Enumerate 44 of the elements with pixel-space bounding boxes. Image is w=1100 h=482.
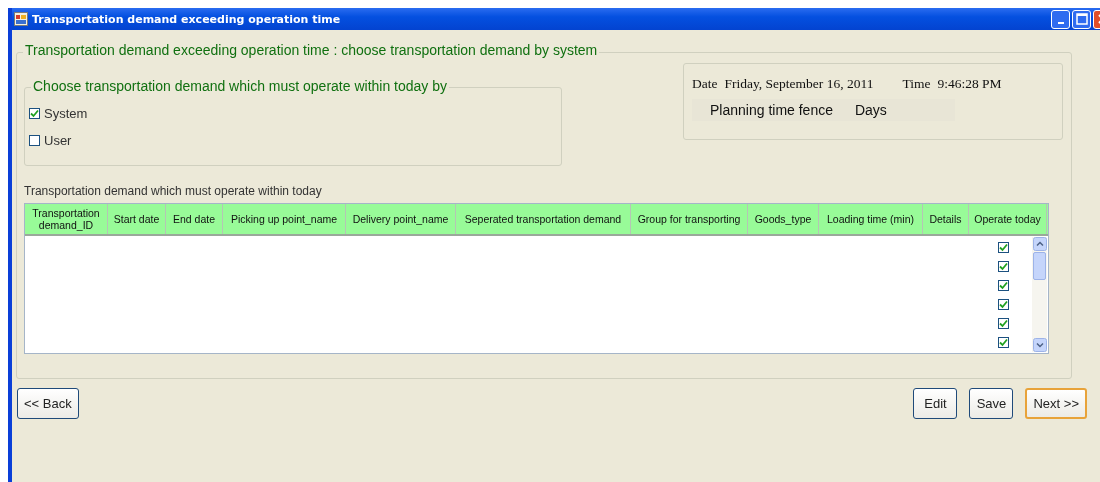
checkbox[interactable] xyxy=(29,108,40,119)
scroll-up-icon[interactable] xyxy=(1032,237,1047,251)
column-header[interactable]: Transportation demand_ID xyxy=(25,204,108,234)
dialog-button[interactable]: Next >> xyxy=(1025,388,1087,419)
maximize-button[interactable] xyxy=(1072,9,1091,29)
checkbox[interactable] xyxy=(29,135,40,146)
fence-label: Planning time fence xyxy=(710,102,833,118)
scroll-down-icon[interactable] xyxy=(1032,338,1047,352)
column-header[interactable]: Seperated transportation demand xyxy=(456,204,631,234)
minimize-button[interactable] xyxy=(1051,9,1070,29)
dialog-button[interactable]: Edit xyxy=(913,388,958,419)
option-checkbox[interactable]: User xyxy=(29,133,72,148)
time-label: Time xyxy=(902,76,931,92)
column-header[interactable]: Group for transporting xyxy=(631,204,748,234)
column-header[interactable]: Loading time (min) xyxy=(819,204,923,234)
scrollbar[interactable] xyxy=(1032,237,1047,352)
column-header[interactable]: Picking up point_name xyxy=(223,204,346,234)
date-value: Friday, September 16, 2011 xyxy=(724,76,874,92)
fence-unit: Days xyxy=(854,102,887,118)
operate-checkbox[interactable] xyxy=(997,318,1009,329)
column-header[interactable]: Delivery point_name xyxy=(346,204,456,234)
group-title: Transportation demand exceeding operation time : choose transportation demand by system xyxy=(23,42,600,58)
scroll-thumb[interactable] xyxy=(1033,252,1046,280)
operate-checkbox[interactable] xyxy=(997,242,1009,253)
operate-checkbox[interactable] xyxy=(997,299,1009,310)
app-icon xyxy=(14,12,28,26)
column-header[interactable]: End date xyxy=(166,204,223,234)
group-title: Choose transportation demand which must operate within today by xyxy=(31,78,449,94)
operate-checkbox[interactable] xyxy=(997,280,1009,291)
column-header[interactable]: Operate today xyxy=(969,204,1047,234)
dialog-button[interactable]: Save xyxy=(969,388,1014,419)
option-checkbox[interactable]: System xyxy=(29,106,88,121)
window-title: Transportation demand exceeding operation time xyxy=(32,12,342,26)
column-header[interactable]: Details xyxy=(923,204,969,234)
back-button[interactable]: << Back xyxy=(17,388,79,419)
operate-checkbox[interactable] xyxy=(997,337,1009,348)
time-value: 9:46:28 PM xyxy=(937,76,1002,92)
date-label: Date xyxy=(692,76,718,92)
operate-checkbox[interactable] xyxy=(997,261,1009,272)
maximize-icon xyxy=(1075,13,1088,25)
column-header[interactable]: Goods_type xyxy=(748,204,819,234)
table-caption: Transportation demand which must operate within today xyxy=(24,184,323,198)
column-header[interactable]: Start date xyxy=(108,204,166,234)
minimize-icon xyxy=(1057,21,1064,24)
